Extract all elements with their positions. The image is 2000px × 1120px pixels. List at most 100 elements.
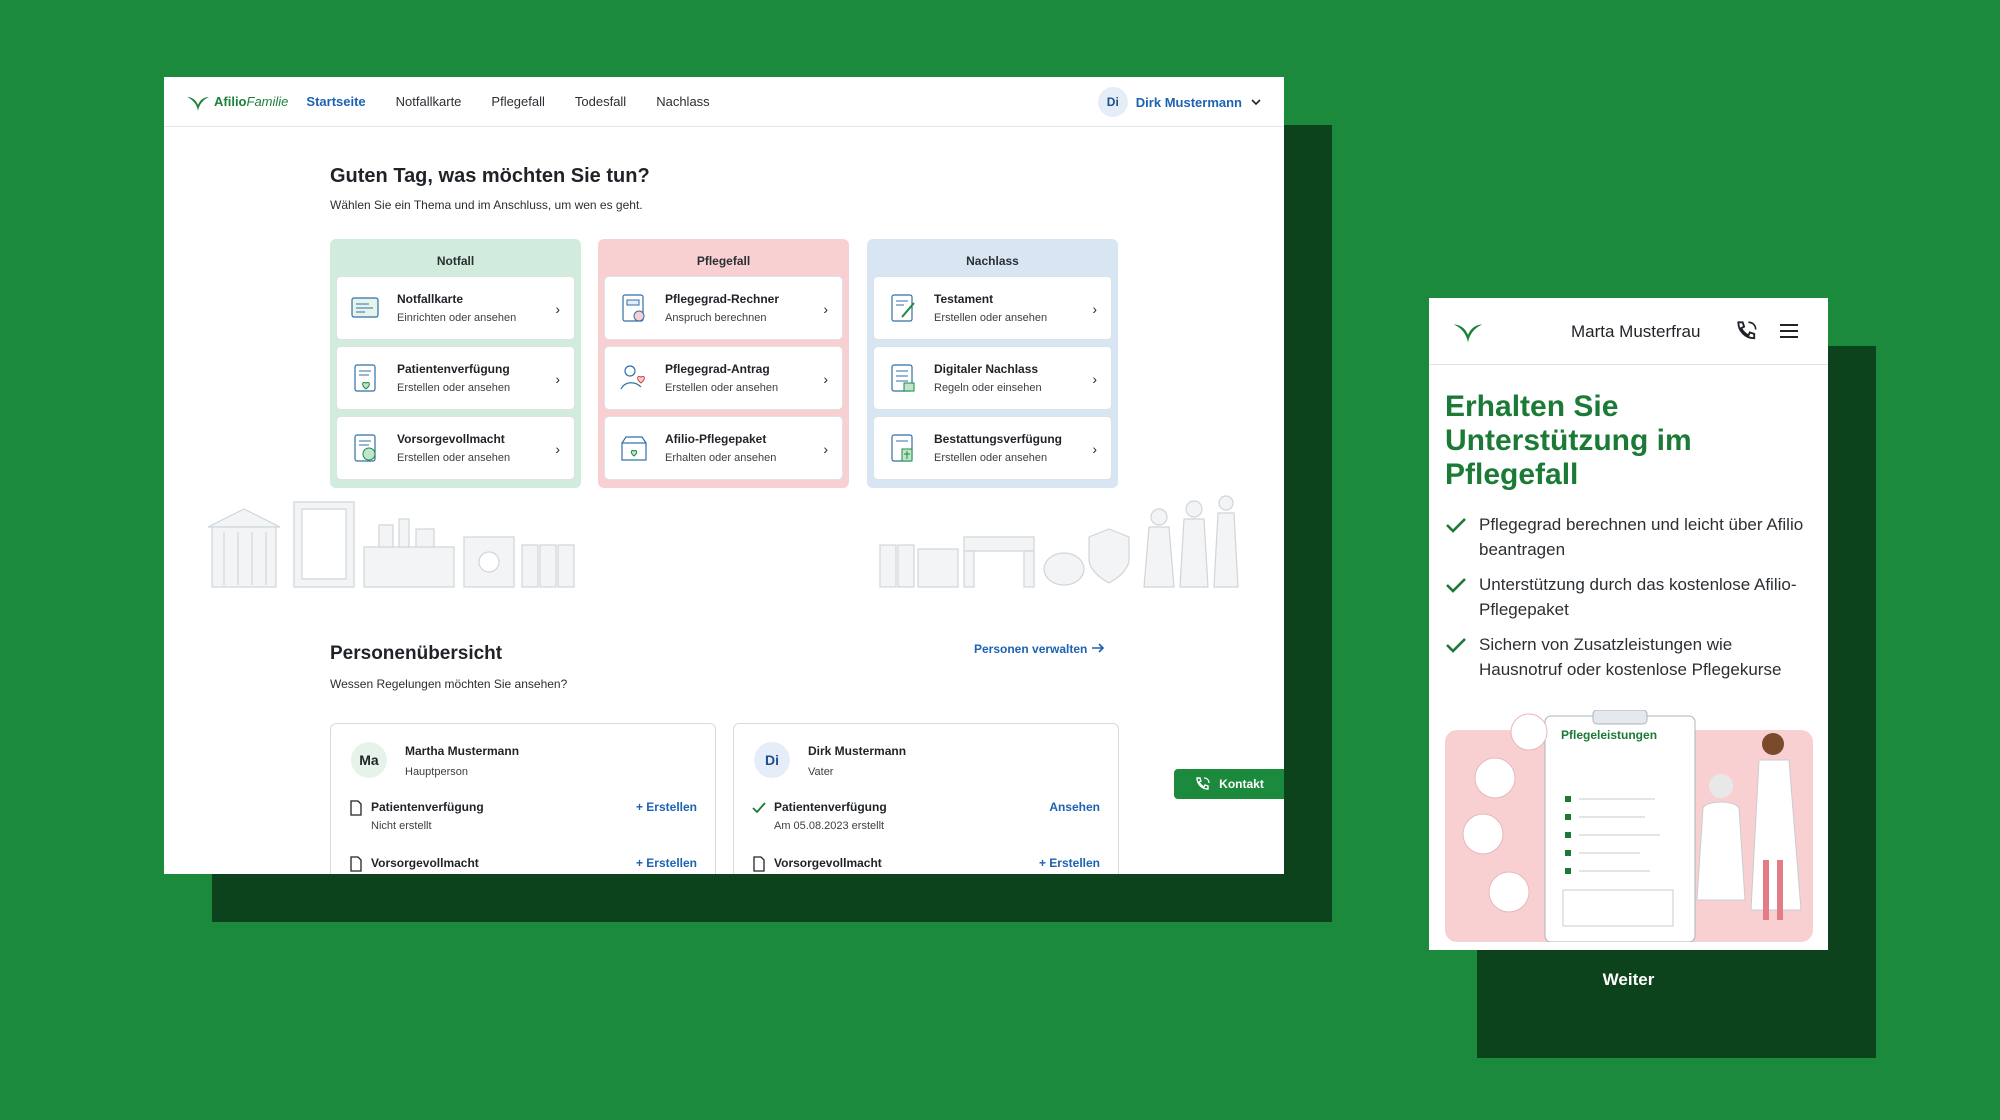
benefit-list: Pflegegrad berechnen und leicht über Afi… xyxy=(1445,512,1815,692)
chevron-right-icon: › xyxy=(823,441,828,457)
column-title: Pflegefall xyxy=(696,254,751,268)
tile-pflegegrad-rechner[interactable]: Pflegegrad-Rechner Anspruch berechnen › xyxy=(604,276,843,340)
bullet-text: Sichern von Zusatzleistungen wie Hausnot… xyxy=(1479,635,1782,679)
checkmark-icon xyxy=(752,802,766,814)
checkmark-icon xyxy=(1446,578,1466,593)
greeting-title: Guten Tag, was möchten Sie tun? xyxy=(330,165,650,187)
afilio-logo[interactable]: AfilioFamilie xyxy=(186,92,288,112)
list-item: Unterstützung durch das kostenlose Afili… xyxy=(1445,572,1815,622)
document-status: Nicht erstellt xyxy=(371,820,432,832)
plus-icon: + xyxy=(635,856,647,870)
person-role: Vater xyxy=(808,766,834,778)
tile-pflegegrad-antrag[interactable]: Pflegegrad-Antrag Erstellen oder ansehen … xyxy=(604,346,843,410)
greeting: Guten Tag, was möchten Sie tun? Wählen S… xyxy=(330,165,650,212)
user-menu[interactable]: Di Dirk Mustermann xyxy=(1097,87,1262,117)
user-name: Dirk Mustermann xyxy=(1135,94,1242,110)
nav-todesfall[interactable]: Todesfall xyxy=(575,94,626,109)
create-label: Erstellen xyxy=(646,856,697,870)
person-role: Hauptperson xyxy=(405,766,468,778)
plus-icon: + xyxy=(1038,856,1050,870)
leaf-logo-icon xyxy=(187,96,209,111)
tile-notfallkarte[interactable]: Notfallkarte Einrichten oder ansehen › xyxy=(336,276,575,340)
mobile-header: Marta Musterfrau xyxy=(1429,298,1828,365)
chevron-right-icon: › xyxy=(1092,441,1097,457)
chevron-right-icon: › xyxy=(823,301,828,317)
decorative-illustration xyxy=(207,495,1239,588)
tile-vorsorgevollmacht[interactable]: Vorsorgevollmacht Erstellen oder ansehen … xyxy=(336,416,575,480)
tile-subtitle: Erstellen oder ansehen xyxy=(397,382,511,394)
create-button[interactable]: + Erstellen xyxy=(1039,856,1100,870)
tile-subtitle: Erstellen oder ansehen xyxy=(934,452,1048,464)
chevron-right-icon: › xyxy=(555,301,560,317)
document-icon xyxy=(753,856,765,872)
document-row: Vorsorgevollmacht + Erstellen xyxy=(349,856,697,872)
document-title: Patientenverfügung xyxy=(774,800,887,814)
document-person-icon xyxy=(354,434,376,462)
persons-subtitle: Wessen Regelungen möchten Sie ansehen? xyxy=(330,677,568,691)
hand-heart-icon xyxy=(620,365,645,390)
tile-title: Digitaler Nachlass xyxy=(934,362,1039,376)
greeting-subtitle: Wählen Sie ein Thema und im Anschluss, u… xyxy=(330,198,643,212)
mobile-screen: Marta Musterfrau Erhalten Sie Unterstütz… xyxy=(1429,298,1828,950)
person-card: Ma Martha Mustermann Hauptperson Patient… xyxy=(330,723,716,874)
top-navigation: AfilioFamilie Startseite Notfallkarte Pf… xyxy=(164,77,1284,127)
document-row: Patientenverfügung Nicht erstellt + Erst… xyxy=(349,800,697,832)
phone-icon xyxy=(1196,777,1210,790)
logo-suffix: Familie xyxy=(246,94,289,109)
chevron-down-icon xyxy=(1251,99,1261,106)
list-item: Sichern von Zusatzleistungen wie Hausnot… xyxy=(1445,632,1815,682)
person-name: Dirk Mustermann xyxy=(808,744,907,758)
tile-testament[interactable]: Testament Erstellen oder ansehen › xyxy=(873,276,1112,340)
document-heart-icon xyxy=(354,364,376,392)
tile-subtitle: Erstellen oder ansehen xyxy=(397,452,511,464)
contact-button[interactable]: Kontakt xyxy=(1174,769,1284,799)
create-button[interactable]: + Erstellen xyxy=(636,856,697,870)
nav-pflegefall[interactable]: Pflegefall xyxy=(491,94,544,109)
next-button[interactable]: Weiter xyxy=(1429,950,1828,1010)
tile-subtitle: Erstellen oder ansehen xyxy=(665,382,779,394)
document-cross-icon xyxy=(891,434,913,462)
illustration-label: Pflegeleistungen xyxy=(1561,728,1658,742)
document-row: Vorsorgevollmacht + Erstellen xyxy=(752,856,1100,872)
tile-title: Bestattungsverfügung xyxy=(934,432,1063,446)
column-nachlass: Nachlass Testament Erstellen oder ansehen… xyxy=(867,239,1118,488)
nav-notfallkarte[interactable]: Notfallkarte xyxy=(396,94,462,109)
bullet-text: Unterstützung durch das kostenlose Afili… xyxy=(1479,575,1797,619)
tile-digitaler-nachlass[interactable]: Digitaler Nachlass Regeln oder einsehen › xyxy=(873,346,1112,410)
tile-subtitle: Anspruch berechnen xyxy=(665,312,767,324)
tile-title: Pflegegrad-Rechner xyxy=(665,292,780,306)
chevron-right-icon: › xyxy=(555,371,560,387)
person-name: Martha Mustermann xyxy=(405,744,520,758)
view-button[interactable]: Ansehen xyxy=(1049,800,1100,814)
column-pflegefall: Pflegefall Pflegegrad-Rechner Anspruch be… xyxy=(598,239,849,488)
menu-icon[interactable] xyxy=(1778,322,1800,340)
manage-persons-label: Personen verwalten xyxy=(974,642,1088,656)
leaf-logo-icon[interactable] xyxy=(1451,318,1485,344)
calculator-doc-icon xyxy=(622,294,645,322)
tile-title: Notfallkarte xyxy=(397,292,464,306)
bullet-text: Pflegegrad berechnen und leicht über Afi… xyxy=(1479,515,1804,559)
phone-icon[interactable] xyxy=(1734,319,1760,343)
care-illustration-graphic xyxy=(1445,709,1813,943)
person-avatar: Ma xyxy=(351,742,387,778)
tile-bestattungsverfuegung[interactable]: Bestattungsverfügung Erstellen oder anseh… xyxy=(873,416,1112,480)
chevron-right-icon: › xyxy=(1092,371,1097,387)
persons-header: Personenübersicht Wessen Regelungen möch… xyxy=(330,643,567,691)
nav-nachlass[interactable]: Nachlass xyxy=(656,94,709,109)
mobile-headline: Erhalten Sie Unterstützung im Pflegefall xyxy=(1445,390,1692,491)
tile-subtitle: Erstellen oder ansehen xyxy=(934,312,1048,324)
manage-persons-link[interactable]: Personen verwalten xyxy=(974,642,1105,656)
tile-subtitle: Einrichten oder ansehen xyxy=(397,312,517,324)
persons-title: Personenübersicht xyxy=(330,643,503,664)
tile-patientenverfuegung[interactable]: Patientenverfügung Erstellen oder ansehen… xyxy=(336,346,575,410)
mobile-user-name: Marta Musterfrau xyxy=(1571,322,1701,341)
create-button[interactable]: + Erstellen xyxy=(636,800,697,814)
tile-afilio-pflegepaket[interactable]: Afilio-Pflegepaket Erhalten oder ansehen … xyxy=(604,416,843,480)
document-pen-icon xyxy=(891,294,915,322)
nav-startseite[interactable]: Startseite xyxy=(306,94,365,109)
list-item: Pflegegrad berechnen und leicht über Afi… xyxy=(1445,512,1815,562)
card-icon xyxy=(351,297,379,318)
checkmark-icon xyxy=(1446,518,1466,533)
arrow-right-icon xyxy=(1091,643,1104,653)
contact-label: Kontakt xyxy=(1219,777,1264,791)
